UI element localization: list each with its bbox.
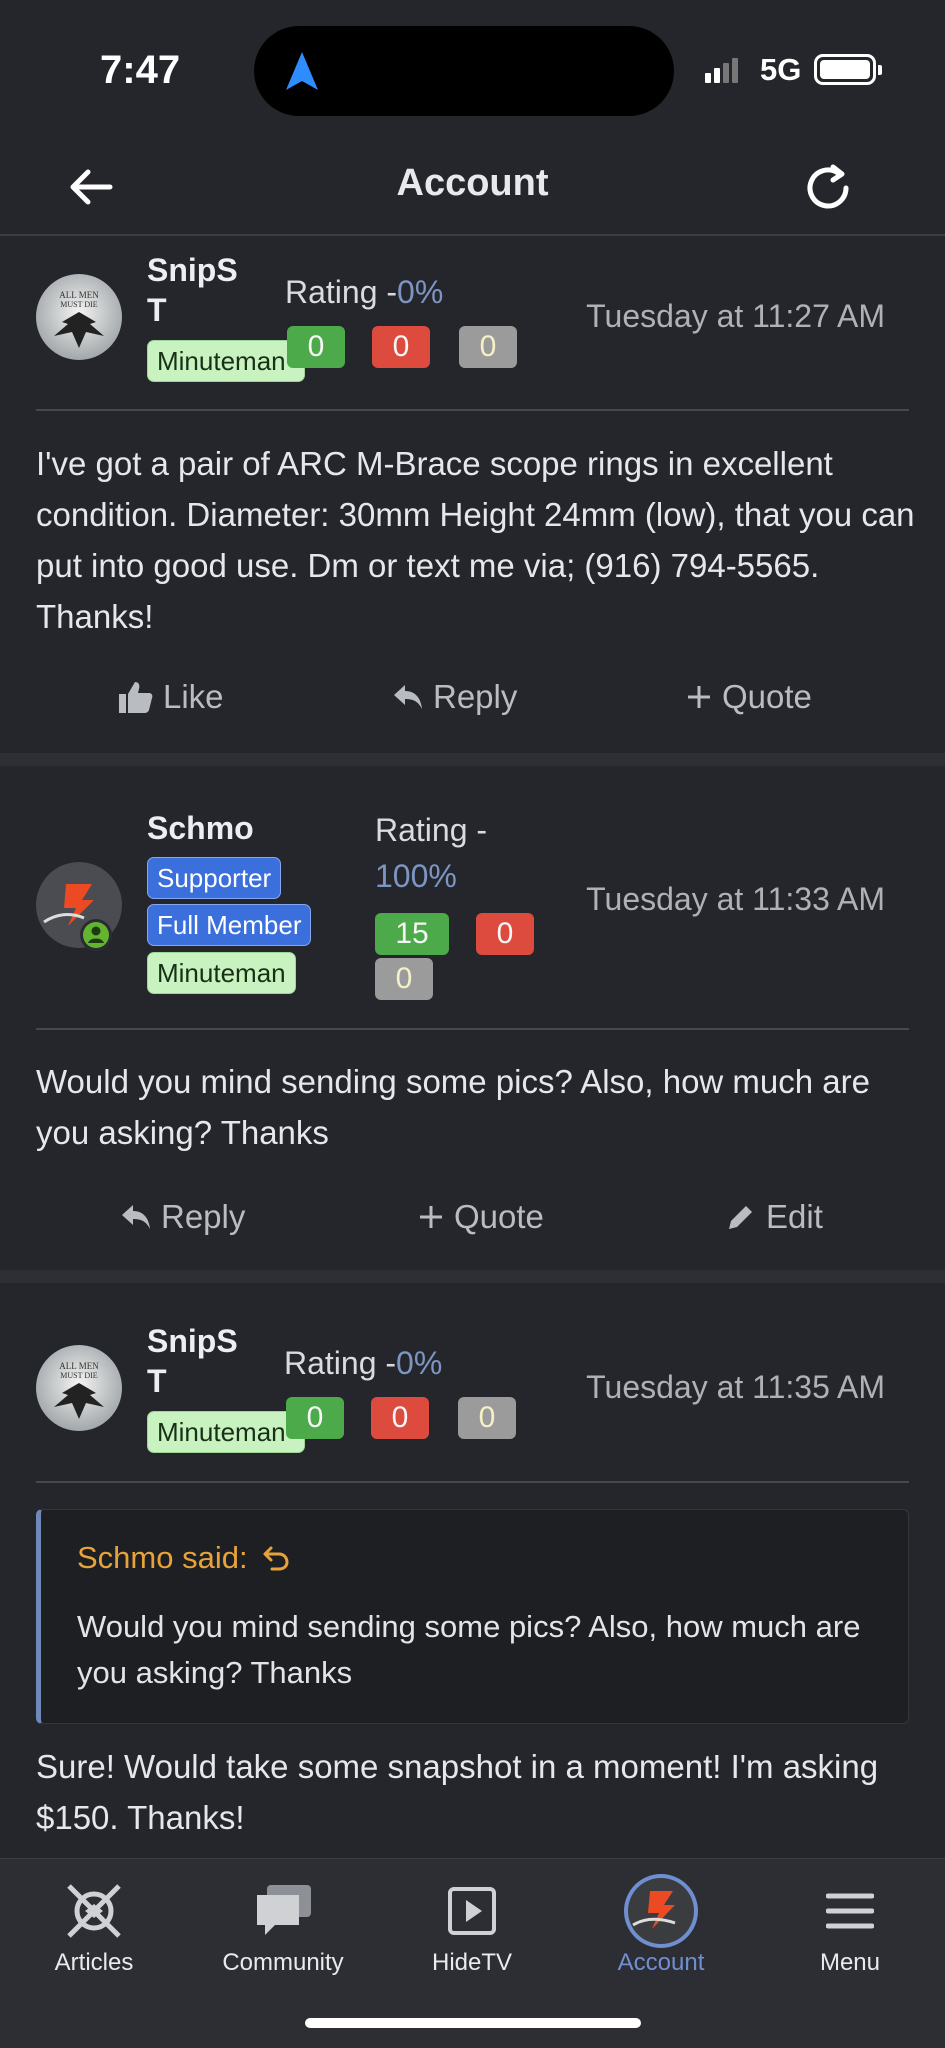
tab-menu[interactable]: Menu <box>770 1877 930 1977</box>
rating-negative: 0 <box>372 326 430 368</box>
screen: 7:47 5G Account ALL MEN MUST DIE SnipS T… <box>0 0 945 2048</box>
video-icon <box>448 1887 496 1935</box>
refresh-icon[interactable] <box>800 158 860 218</box>
post-item: ALL MEN MUST DIE SnipS T Minuteman Ratin… <box>0 238 945 753</box>
location-arrow-icon <box>286 52 318 90</box>
avatar[interactable]: ALL MEN MUST DIE <box>36 1345 122 1431</box>
rating-positive: 0 <box>286 1397 344 1439</box>
tab-account[interactable]: Account <box>581 1874 741 1977</box>
quote-text: Would you mind sending some pics? Also, … <box>77 1609 861 1690</box>
crow-avatar-icon: ALL MEN MUST DIE <box>36 274 122 360</box>
tab-community[interactable]: Community <box>203 1877 363 1977</box>
rating-positive: 15 <box>375 913 449 955</box>
battery-icon <box>814 54 882 85</box>
quote-button[interactable]: Quote <box>686 678 812 716</box>
quote-block: Schmo said: Would you mind sending some … <box>36 1509 909 1724</box>
menu-icon <box>826 1893 874 1929</box>
post-separator <box>0 753 945 766</box>
divider <box>36 1481 909 1483</box>
post-item: Schmo Supporter Full Member Minuteman Ra… <box>0 766 945 1270</box>
tab-articles[interactable]: Articles <box>14 1877 174 1977</box>
status-time: 7:47 <box>100 48 181 92</box>
badge-full-member: Full Member <box>147 904 312 946</box>
app-header: Account <box>0 140 945 236</box>
divider <box>36 1028 909 1030</box>
post-body: I've got a pair of ARC M-Brace scope rin… <box>36 445 915 635</box>
rating-neutral: 0 <box>458 1397 516 1439</box>
rating-neutral: 0 <box>459 326 517 368</box>
crow-avatar-icon: ALL MEN MUST DIE <box>36 1345 122 1431</box>
community-icon <box>257 1885 311 1935</box>
edit-button[interactable]: Edit <box>726 1198 823 1236</box>
rating-percent: 0% <box>396 1345 443 1381</box>
post-body: Sure! Would take some snapshot in a mome… <box>36 1748 879 1836</box>
post-date[interactable]: Tuesday at 11:35 AM <box>586 1369 885 1406</box>
online-status-icon <box>80 919 112 951</box>
username[interactable]: SnipS T <box>147 250 238 330</box>
quote-button[interactable]: Quote <box>418 1198 544 1236</box>
rating-negative: 0 <box>371 1397 429 1439</box>
post-item: ALL MEN MUST DIE SnipS T Minuteman Ratin… <box>0 1283 945 1858</box>
plus-icon <box>420 1206 442 1228</box>
username[interactable]: SnipS T <box>147 1321 238 1401</box>
tab-hidetv[interactable]: HideTV <box>392 1877 552 1977</box>
rating-positive: 0 <box>287 326 345 368</box>
post-body: Would you mind sending some pics? Also, … <box>36 1063 870 1151</box>
go-to-quote-icon[interactable] <box>262 1544 290 1572</box>
badge-minuteman: Minuteman <box>147 340 305 382</box>
rating-negative: 0 <box>476 913 534 955</box>
home-indicator[interactable] <box>305 2018 641 2028</box>
rating-percent: 0% <box>397 274 444 310</box>
dynamic-island <box>254 26 674 116</box>
post-date[interactable]: Tuesday at 11:33 AM <box>586 881 885 918</box>
pencil-icon <box>729 1206 752 1229</box>
badge-supporter: Supporter <box>147 857 282 899</box>
reply-button[interactable]: Reply <box>121 1198 245 1236</box>
avatar[interactable]: ALL MEN MUST DIE <box>36 274 122 360</box>
svg-text:MUST DIE: MUST DIE <box>60 300 98 309</box>
network-type: 5G <box>760 52 802 87</box>
post-actions: Reply Quote Edit <box>0 1198 945 1248</box>
like-button[interactable]: Like <box>117 678 224 716</box>
rating-label: Rating -0% <box>284 1345 443 1381</box>
avatar-icon <box>624 1874 698 1948</box>
articles-icon <box>67 1884 121 1938</box>
post-separator <box>0 1270 945 1283</box>
thumbs-up-icon <box>119 682 153 713</box>
plus-icon <box>688 686 710 708</box>
rating-label: Rating - <box>375 812 488 848</box>
rating-label: Rating -0% <box>285 274 444 310</box>
badge-minuteman: Minuteman <box>147 952 296 994</box>
reply-button[interactable]: Reply <box>393 678 517 716</box>
badge-minuteman: Minuteman <box>147 1411 305 1453</box>
status-bar: 7:47 5G <box>0 0 945 140</box>
post-date[interactable]: Tuesday at 11:27 AM <box>586 298 885 335</box>
reply-icon <box>122 1205 150 1229</box>
svg-text:MUST DIE: MUST DIE <box>60 1371 98 1380</box>
post-actions: Like Reply Quote <box>0 678 945 728</box>
signal-icon <box>705 58 738 83</box>
svg-text:ALL MEN: ALL MEN <box>59 1361 99 1371</box>
divider <box>36 409 909 411</box>
username[interactable]: Schmo <box>147 808 254 848</box>
rating-percent: 100% <box>375 858 457 894</box>
svg-text:ALL MEN: ALL MEN <box>59 290 99 300</box>
rating-neutral: 0 <box>375 958 433 1000</box>
reply-icon <box>394 685 422 709</box>
quote-author[interactable]: Schmo said: <box>77 1540 290 1576</box>
